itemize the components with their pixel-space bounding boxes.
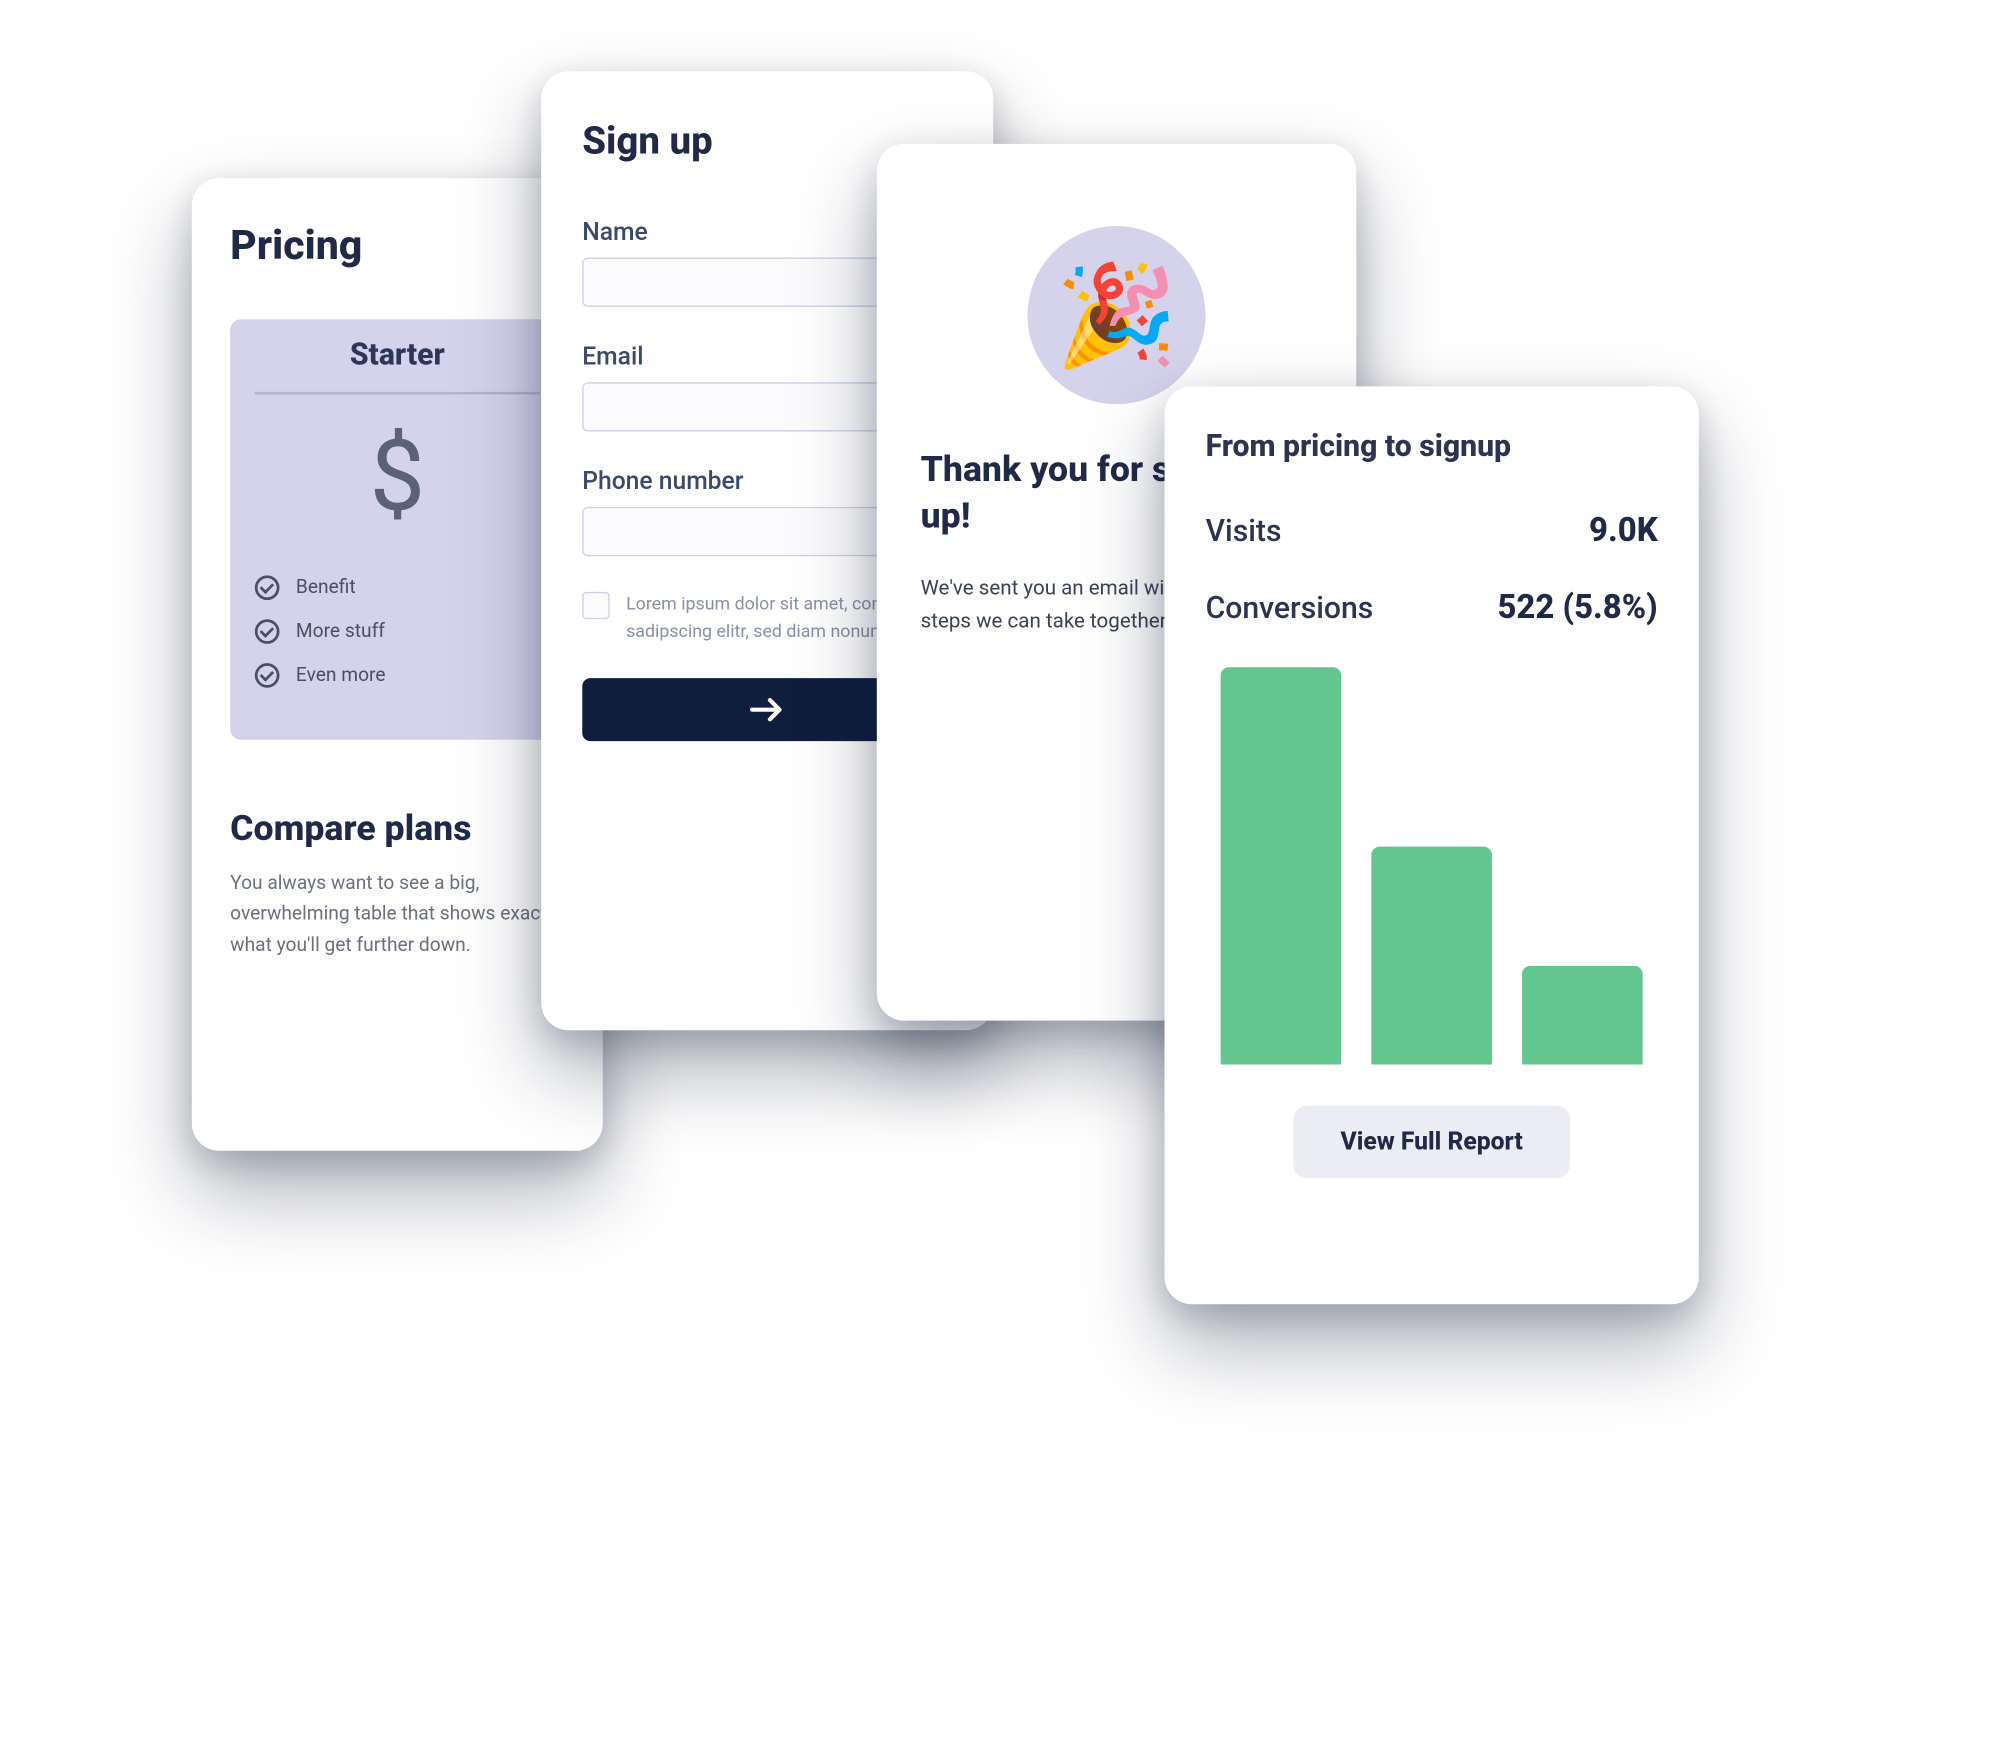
funnel-bar xyxy=(1371,846,1492,1065)
pricing-title: Pricing xyxy=(230,222,564,270)
benefit-label: More stuff xyxy=(296,621,385,643)
funnel-bar xyxy=(1522,965,1643,1064)
consent-checkbox[interactable] xyxy=(582,592,609,619)
check-circle-icon xyxy=(255,575,280,600)
benefit-label: Benefit xyxy=(296,577,356,599)
party-popper-icon: 🎉 xyxy=(1028,226,1206,404)
benefit-row: Benefit xyxy=(255,575,540,600)
metric-value: 522 (5.8%) xyxy=(1497,588,1657,626)
funnel-bar-chart xyxy=(1206,667,1658,1064)
arrow-right-icon xyxy=(748,696,786,723)
metric-row-conversions: Conversions 522 (5.8%) xyxy=(1206,588,1658,626)
plan-name: Starter xyxy=(255,338,540,394)
view-full-report-button[interactable]: View Full Report xyxy=(1294,1106,1569,1179)
check-circle-icon xyxy=(255,619,280,644)
metric-label: Visits xyxy=(1206,515,1282,549)
metric-label: Conversions xyxy=(1206,592,1374,626)
metric-row-visits: Visits 9.0K xyxy=(1206,511,1658,549)
funnel-bar xyxy=(1221,667,1342,1064)
plan-starter-box[interactable]: Starter $ Benefit More stuff Even more xyxy=(230,319,564,740)
benefit-row: More stuff xyxy=(255,619,540,644)
compare-plans-text: You always want to see a big, overwhelmi… xyxy=(230,869,564,961)
compare-plans-title: Compare plans xyxy=(230,808,564,849)
metric-value: 9.0K xyxy=(1589,511,1658,549)
dollar-icon: $ xyxy=(255,427,540,526)
benefit-label: Even more xyxy=(296,664,386,686)
benefit-row: Even more xyxy=(255,663,540,688)
report-title: From pricing to signup xyxy=(1206,430,1658,464)
check-circle-icon xyxy=(255,663,280,688)
report-card: From pricing to signup Visits 9.0K Conve… xyxy=(1165,386,1699,1304)
